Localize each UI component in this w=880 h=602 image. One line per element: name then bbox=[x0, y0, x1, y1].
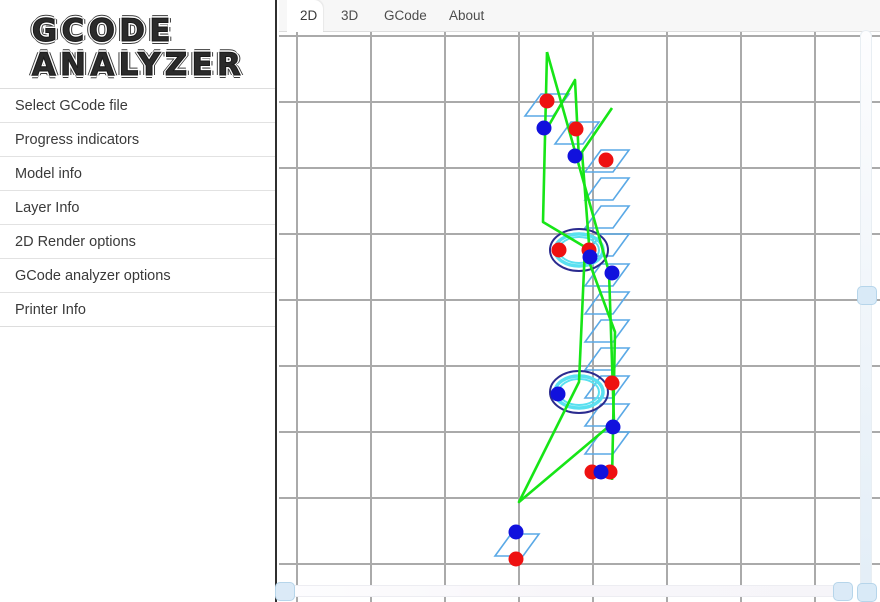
sidebar-item-label: 2D Render options bbox=[15, 234, 136, 250]
sidebar-item-progress-indicators[interactable]: Progress indicators bbox=[0, 122, 275, 157]
sidebar-item-label: Model info bbox=[15, 166, 82, 182]
start-marker bbox=[604, 375, 620, 391]
progress-range-slider-track[interactable] bbox=[275, 582, 853, 601]
travel-move bbox=[517, 51, 616, 504]
end-marker bbox=[604, 265, 620, 281]
sidebar-item-printer-info[interactable]: Printer Info bbox=[0, 292, 275, 327]
tab-about[interactable]: About bbox=[436, 0, 494, 32]
sidebar-item-label: Select GCode file bbox=[15, 98, 128, 114]
gcode-analyzer-window: GCODE ANALYZER Select GCode file Progress… bbox=[0, 0, 880, 602]
start-marker bbox=[568, 121, 584, 137]
sidebar-menu: Select GCode file Progress indicators Mode… bbox=[0, 88, 275, 327]
start-marker bbox=[539, 93, 555, 109]
start-marker bbox=[551, 242, 567, 258]
tab-gcode[interactable]: GCode bbox=[371, 0, 431, 32]
gcode-2d-canvas[interactable] bbox=[279, 32, 880, 602]
end-marker bbox=[536, 120, 552, 136]
logo-text-block: GCODE ANALYZER bbox=[24, 12, 254, 85]
app-logo: GCODE ANALYZER bbox=[0, 0, 275, 96]
sidebar: GCODE ANALYZER Select GCode file Progress… bbox=[0, 0, 277, 602]
layer-slider-handle-bottom[interactable] bbox=[857, 583, 877, 602]
sidebar-item-label: GCode analyzer options bbox=[15, 268, 171, 284]
end-marker bbox=[593, 464, 609, 480]
plot-area[interactable] bbox=[279, 32, 880, 602]
progress-range-handle-right[interactable] bbox=[833, 582, 853, 601]
sidebar-item-label: Printer Info bbox=[15, 302, 86, 318]
sidebar-item-2d-render-options[interactable]: 2D Render options bbox=[0, 224, 275, 259]
grid-lines bbox=[279, 32, 880, 602]
progress-range-handle-left[interactable] bbox=[275, 582, 295, 601]
extrusion-segment bbox=[583, 319, 631, 343]
sidebar-item-label: Layer Info bbox=[15, 200, 80, 216]
end-marker bbox=[582, 249, 598, 265]
sidebar-item-layer-info[interactable]: Layer Info bbox=[0, 190, 275, 225]
sidebar-item-gcode-analyzer-options[interactable]: GCode analyzer options bbox=[0, 258, 275, 293]
extrusion-segment bbox=[583, 431, 631, 455]
start-marker bbox=[598, 152, 614, 168]
travel-move bbox=[580, 107, 614, 245]
end-marker bbox=[567, 148, 583, 164]
logo-line-gcode: GCODE bbox=[31, 12, 175, 49]
sidebar-item-label: Progress indicators bbox=[15, 132, 140, 148]
end-marker bbox=[605, 419, 621, 435]
start-marker bbox=[508, 551, 524, 567]
sidebar-item-select-gcode-file[interactable]: Select GCode file bbox=[0, 88, 275, 123]
logo-line-analyzer: ANALYZER bbox=[31, 46, 246, 83]
tab-2d[interactable]: 2D bbox=[287, 0, 323, 32]
extrusion-segment bbox=[583, 177, 631, 201]
end-marker bbox=[508, 524, 524, 540]
tab-bar: 2D 3D GCode About bbox=[279, 0, 880, 32]
travel-moves bbox=[517, 51, 617, 504]
end-marker bbox=[550, 386, 566, 402]
layer-slider-handle[interactable] bbox=[857, 286, 877, 305]
tab-3d[interactable]: 3D bbox=[328, 0, 364, 32]
layer-slider-track[interactable] bbox=[857, 30, 877, 602]
sidebar-item-model-info[interactable]: Model info bbox=[0, 156, 275, 191]
